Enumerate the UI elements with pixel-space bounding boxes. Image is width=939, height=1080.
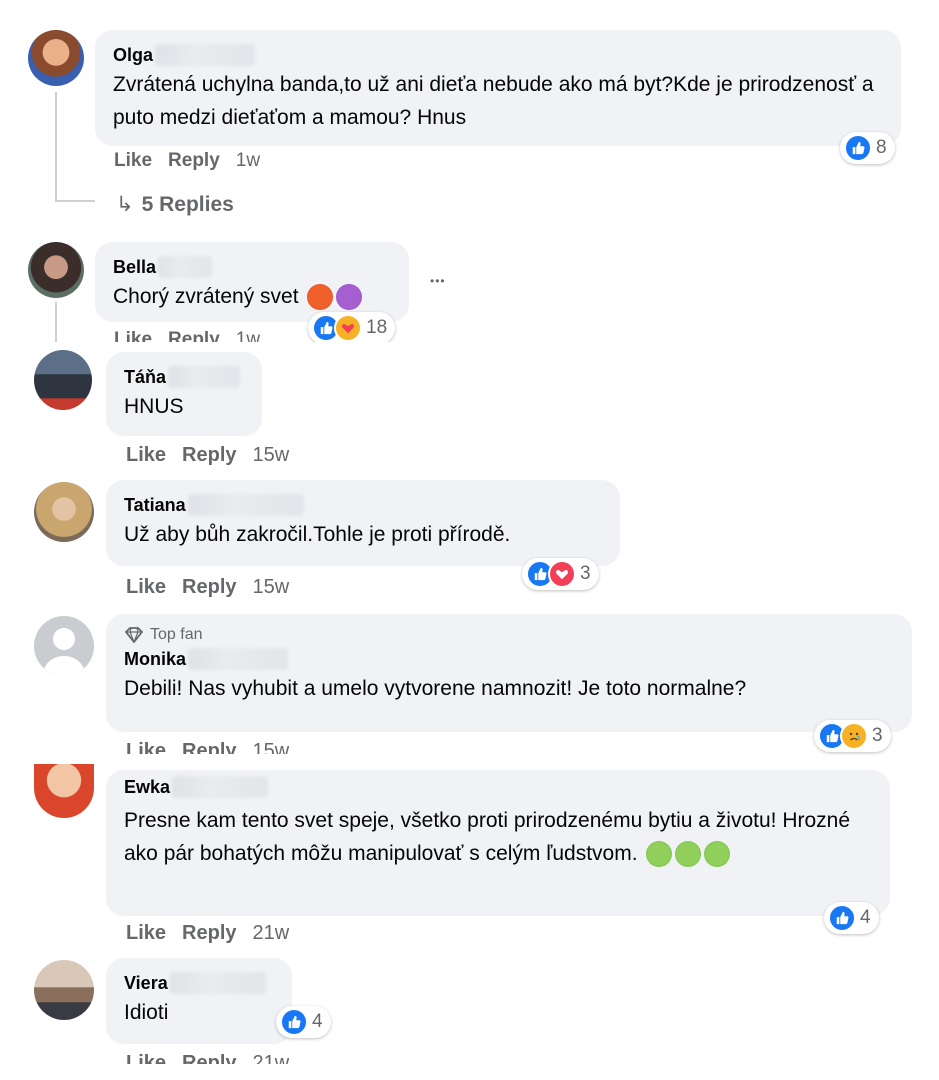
like-button[interactable]: Like	[126, 922, 166, 945]
reaction-summary[interactable]: 3	[814, 720, 891, 752]
reply-button[interactable]: Reply	[182, 576, 236, 599]
comment-text: Už aby bůh zakročil.Tohle je proti příro…	[124, 523, 511, 546]
screenshot-divider	[0, 756, 939, 764]
blurred-surname	[158, 256, 213, 278]
like-button[interactable]: Like	[126, 444, 166, 467]
screenshot-divider	[0, 342, 939, 348]
comment-actions: Like Reply 15w	[126, 444, 289, 467]
comment-text: Chorý zvrátený svet	[113, 285, 299, 308]
thread-line	[55, 302, 57, 342]
reaction-summary[interactable]: 4	[824, 902, 879, 934]
like-button[interactable]: Like	[126, 1052, 166, 1064]
like-button[interactable]: Like	[114, 329, 152, 342]
comment-bubble: Bella Chorý zvrátený svet	[95, 242, 409, 322]
comment-actions: Like Reply 15w	[126, 740, 289, 754]
like-reaction-icon	[844, 134, 872, 162]
default-avatar-icon	[42, 628, 86, 676]
comment-actions: Like Reply 1w	[114, 329, 260, 342]
replies-count[interactable]: 5 Replies	[142, 193, 234, 217]
comment-author[interactable]: Táňa	[124, 367, 166, 388]
comment-bubble: Viera Idioti	[106, 958, 292, 1044]
like-button[interactable]: Like	[126, 740, 166, 754]
blurred-surname	[168, 366, 241, 388]
reaction-count: 4	[312, 1011, 323, 1032]
comment-bubble: Top fan Monika Debili! Nas vyhubit a ume…	[106, 614, 912, 732]
reply-button[interactable]: Reply	[182, 922, 236, 945]
avatar[interactable]	[28, 242, 84, 298]
top-fan-label: Top fan	[150, 626, 203, 643]
comment-author[interactable]: Monika	[124, 649, 186, 670]
more-options-icon[interactable]: •••	[430, 274, 446, 288]
comment-author[interactable]: Ewka	[124, 777, 170, 798]
comment-timestamp[interactable]: 1w	[236, 329, 260, 342]
avatar[interactable]	[28, 30, 84, 86]
avatar[interactable]	[34, 960, 94, 1020]
blurred-surname	[172, 776, 269, 798]
like-reaction-icon	[280, 1008, 308, 1036]
nauseated-emoji-icon	[704, 841, 731, 868]
comment-author[interactable]: Viera	[124, 973, 168, 994]
comment-bubble: Tatiana Už aby bůh zakročil.Tohle je pro…	[106, 480, 620, 566]
thread-line	[55, 92, 57, 202]
comment-text: Zvrátená uchylna banda,to už ani dieťa n…	[113, 73, 874, 129]
reaction-count: 4	[860, 907, 871, 928]
comment-bubble: Ewka Presne kam tento svet speje, všetko…	[106, 770, 890, 916]
comment-text: HNUS	[124, 395, 184, 418]
reply-button[interactable]: Reply	[168, 329, 220, 342]
devil-emoji-icon	[336, 284, 363, 311]
thread-line	[55, 200, 95, 202]
nauseated-emoji-icon	[646, 841, 673, 868]
reply-arrow-icon: ↳	[116, 193, 134, 216]
comment-timestamp[interactable]: 21w	[253, 922, 290, 945]
comment-timestamp[interactable]: 21w	[253, 1052, 290, 1064]
diamond-icon	[124, 627, 144, 643]
blurred-surname	[188, 648, 289, 670]
angry-emoji-icon	[307, 284, 334, 311]
reaction-count: 8	[876, 137, 887, 158]
comment-timestamp[interactable]: 1w	[236, 150, 260, 172]
comment-author[interactable]: Olga	[113, 45, 153, 66]
care-reaction-icon	[334, 314, 362, 342]
reaction-count: 3	[580, 563, 591, 584]
comment-timestamp[interactable]: 15w	[253, 444, 290, 467]
view-replies-link[interactable]: ↳ 5 Replies	[116, 192, 234, 217]
blurred-surname	[187, 494, 304, 516]
comment-timestamp[interactable]: 15w	[253, 740, 290, 754]
reaction-count: 18	[366, 317, 388, 338]
comment-bubble: Táňa HNUS	[106, 352, 262, 436]
comment-text: Debili! Nas vyhubit a umelo vytvorene na…	[124, 677, 747, 700]
top-fan-badge: Top fan	[124, 626, 896, 644]
like-button[interactable]: Like	[114, 150, 152, 172]
reaction-summary[interactable]: 18	[308, 312, 396, 344]
comment-actions: Like Reply 21w	[126, 1052, 289, 1064]
comment-author[interactable]: Bella	[113, 257, 156, 278]
avatar[interactable]	[34, 350, 92, 410]
comment-bubble: Olga Zvrátená uchylna banda,to už ani di…	[95, 30, 901, 146]
nauseated-emoji-icon	[675, 841, 702, 868]
reaction-summary[interactable]: 4	[276, 1006, 331, 1038]
reply-button[interactable]: Reply	[182, 444, 236, 467]
like-reaction-icon	[828, 904, 856, 932]
reply-button[interactable]: Reply	[168, 150, 220, 172]
comment-text: Presne kam tento svet speje, všetko prot…	[124, 809, 851, 865]
love-reaction-icon	[548, 560, 576, 588]
reply-button[interactable]: Reply	[182, 740, 236, 754]
sad-reaction-icon	[840, 722, 868, 750]
comment-timestamp[interactable]: 15w	[253, 576, 290, 599]
blurred-surname	[155, 44, 256, 66]
avatar[interactable]	[34, 616, 94, 676]
like-button[interactable]: Like	[126, 576, 166, 599]
reaction-summary[interactable]: 8	[840, 132, 895, 164]
reaction-count: 3	[872, 725, 883, 746]
blurred-surname	[169, 972, 266, 994]
avatar[interactable]	[34, 482, 94, 542]
comment-text: Idioti	[124, 1001, 169, 1024]
comment-actions: Like Reply 1w	[114, 150, 260, 172]
comment-actions: Like Reply 21w	[126, 922, 289, 945]
comment-actions: Like Reply 15w	[126, 576, 289, 599]
comment-author[interactable]: Tatiana	[124, 495, 186, 516]
reaction-summary[interactable]: 3	[522, 558, 599, 590]
avatar[interactable]	[34, 764, 94, 818]
reply-button[interactable]: Reply	[182, 1052, 236, 1064]
